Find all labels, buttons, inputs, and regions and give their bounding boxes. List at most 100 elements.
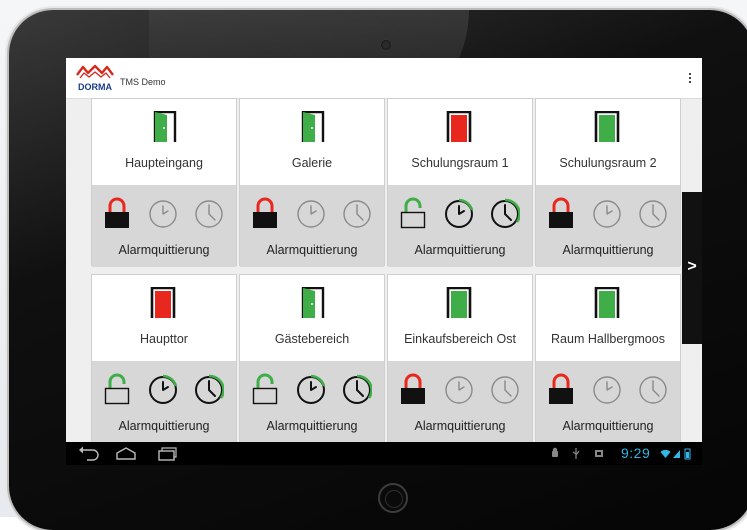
door-name: Einkaufsbereich Ost [404,332,516,346]
clock-icon[interactable] [296,373,326,405]
signal-icon [673,450,680,458]
clock-icon[interactable] [342,373,373,405]
door-card-header[interactable]: Schulungsraum 2 [536,99,680,185]
door-control-icons [240,373,384,405]
door-card-header[interactable]: Raum Hallbergmoos [536,275,680,361]
door-card[interactable]: Haupttor Alarmquittierung [91,274,237,443]
next-page-label: > [687,258,697,275]
alarm-acknowledge-button[interactable]: Alarmquittierung [92,243,236,257]
clock-icon[interactable] [490,373,520,405]
hardware-home-button[interactable] [378,483,408,513]
door-card[interactable]: Gästebereich Alarmquittierung [239,274,385,443]
status-clock: 9:29 [621,445,651,461]
alarm-acknowledge-button[interactable]: Alarmquittierung [388,419,532,433]
door-open-icon [146,110,180,143]
door-card-header[interactable]: Schulungsraum 1 [388,99,532,185]
door-card-header[interactable]: Einkaufsbereich Ost [388,275,532,361]
door-card[interactable]: Raum Hallbergmoos Alarmquittierung [535,274,681,443]
door-card-controls: Alarmquittierung [92,361,236,443]
door-closed-icon [590,110,624,143]
door-control-icons [536,373,680,405]
alarm-acknowledge-button[interactable]: Alarmquittierung [240,419,384,433]
door-card[interactable]: Galerie Alarmquittierung [239,98,385,267]
door-closed-icon [442,110,476,143]
battery-icon [684,448,691,460]
door-open-icon [294,286,328,319]
lock-closed-icon[interactable] [398,373,428,405]
clock-icon[interactable] [592,197,622,229]
action-bar: DORMA TMS Demo [66,58,702,99]
tablet-screen: DORMA TMS Demo Haupteingang Alarmquittier… [66,58,702,465]
door-card[interactable]: Haupteingang Alarmquittierung [91,98,237,267]
usb-icon [572,448,580,459]
door-name: Galerie [291,156,333,170]
clock-icon[interactable] [638,373,668,405]
door-card-header[interactable]: Gästebereich [240,275,384,361]
overflow-menu-icon[interactable] [686,71,694,87]
lock-open-icon[interactable] [102,373,132,405]
door-card-controls: Alarmquittierung [536,185,680,267]
back-icon[interactable] [78,446,100,461]
door-control-icons [240,197,384,229]
lock-open-icon[interactable] [250,373,280,405]
door-card-header[interactable]: Galerie [240,99,384,185]
clock-icon[interactable] [148,373,178,405]
lock-closed-icon[interactable] [546,373,576,405]
alarm-acknowledge-button[interactable]: Alarmquittierung [92,419,236,433]
door-name: Gästebereich [274,332,350,346]
door-name: Haupteingang [125,156,203,170]
door-card[interactable]: Schulungsraum 2 Alarmquittierung [535,98,681,267]
next-page-button[interactable]: > [682,192,702,344]
door-name: Raum Hallbergmoos [551,332,665,346]
door-card-controls: Alarmquittierung [92,185,236,267]
door-control-icons [92,373,236,405]
door-card[interactable]: Einkaufsbereich Ost Alarmquittierung [387,274,533,443]
door-card-controls: Alarmquittierung [536,361,680,443]
home-icon[interactable] [115,446,137,461]
clock-icon[interactable] [638,197,668,229]
alarm-acknowledge-button[interactable]: Alarmquittierung [240,243,384,257]
door-closed-icon [146,286,180,319]
recent-apps-icon[interactable] [156,446,178,461]
door-closed-icon [590,286,624,319]
lock-closed-icon[interactable] [546,197,576,229]
door-card-header[interactable]: Haupteingang [92,99,236,185]
door-open-icon [294,110,328,143]
door-card[interactable]: Schulungsraum 1 Alarmquittierung [387,98,533,267]
logo-text: DORMA [78,82,112,92]
lock-open-icon[interactable] [398,197,428,229]
lock-closed-icon[interactable] [102,197,132,229]
door-card-controls: Alarmquittierung [388,185,532,267]
clock-icon[interactable] [342,197,372,229]
app-title: TMS Demo [120,77,166,87]
system-navigation-bar: 9:29 [66,442,702,465]
clock-icon[interactable] [194,373,225,405]
door-card-header[interactable]: Haupttor [92,275,236,361]
door-card-controls: Alarmquittierung [240,185,384,267]
door-card-controls: Alarmquittierung [388,361,532,443]
wifi-icon [660,449,671,458]
door-name: Haupttor [140,332,188,346]
door-control-icons [388,197,532,229]
clock-icon[interactable] [148,197,178,229]
clock-icon[interactable] [296,197,326,229]
clock-icon[interactable] [444,197,474,229]
door-grid: Haupteingang Alarmquittierung Galerie Alarm… [91,98,683,443]
door-card-controls: Alarmquittierung [240,361,384,443]
front-camera [381,40,391,50]
dorma-logo: DORMA [76,64,114,92]
door-name: Schulungsraum 2 [559,156,657,170]
alarm-acknowledge-button[interactable]: Alarmquittierung [536,243,680,257]
lock-closed-icon[interactable] [250,197,280,229]
alarm-acknowledge-button[interactable]: Alarmquittierung [536,419,680,433]
android-debug-icon [552,447,558,457]
door-control-icons [536,197,680,229]
clock-icon[interactable] [194,197,224,229]
clock-icon[interactable] [444,373,474,405]
clock-icon[interactable] [490,197,521,229]
alarm-acknowledge-button[interactable]: Alarmquittierung [388,243,532,257]
door-control-icons [92,197,236,229]
door-name: Schulungsraum 1 [411,156,509,170]
door-control-icons [388,373,532,405]
clock-icon[interactable] [592,373,622,405]
